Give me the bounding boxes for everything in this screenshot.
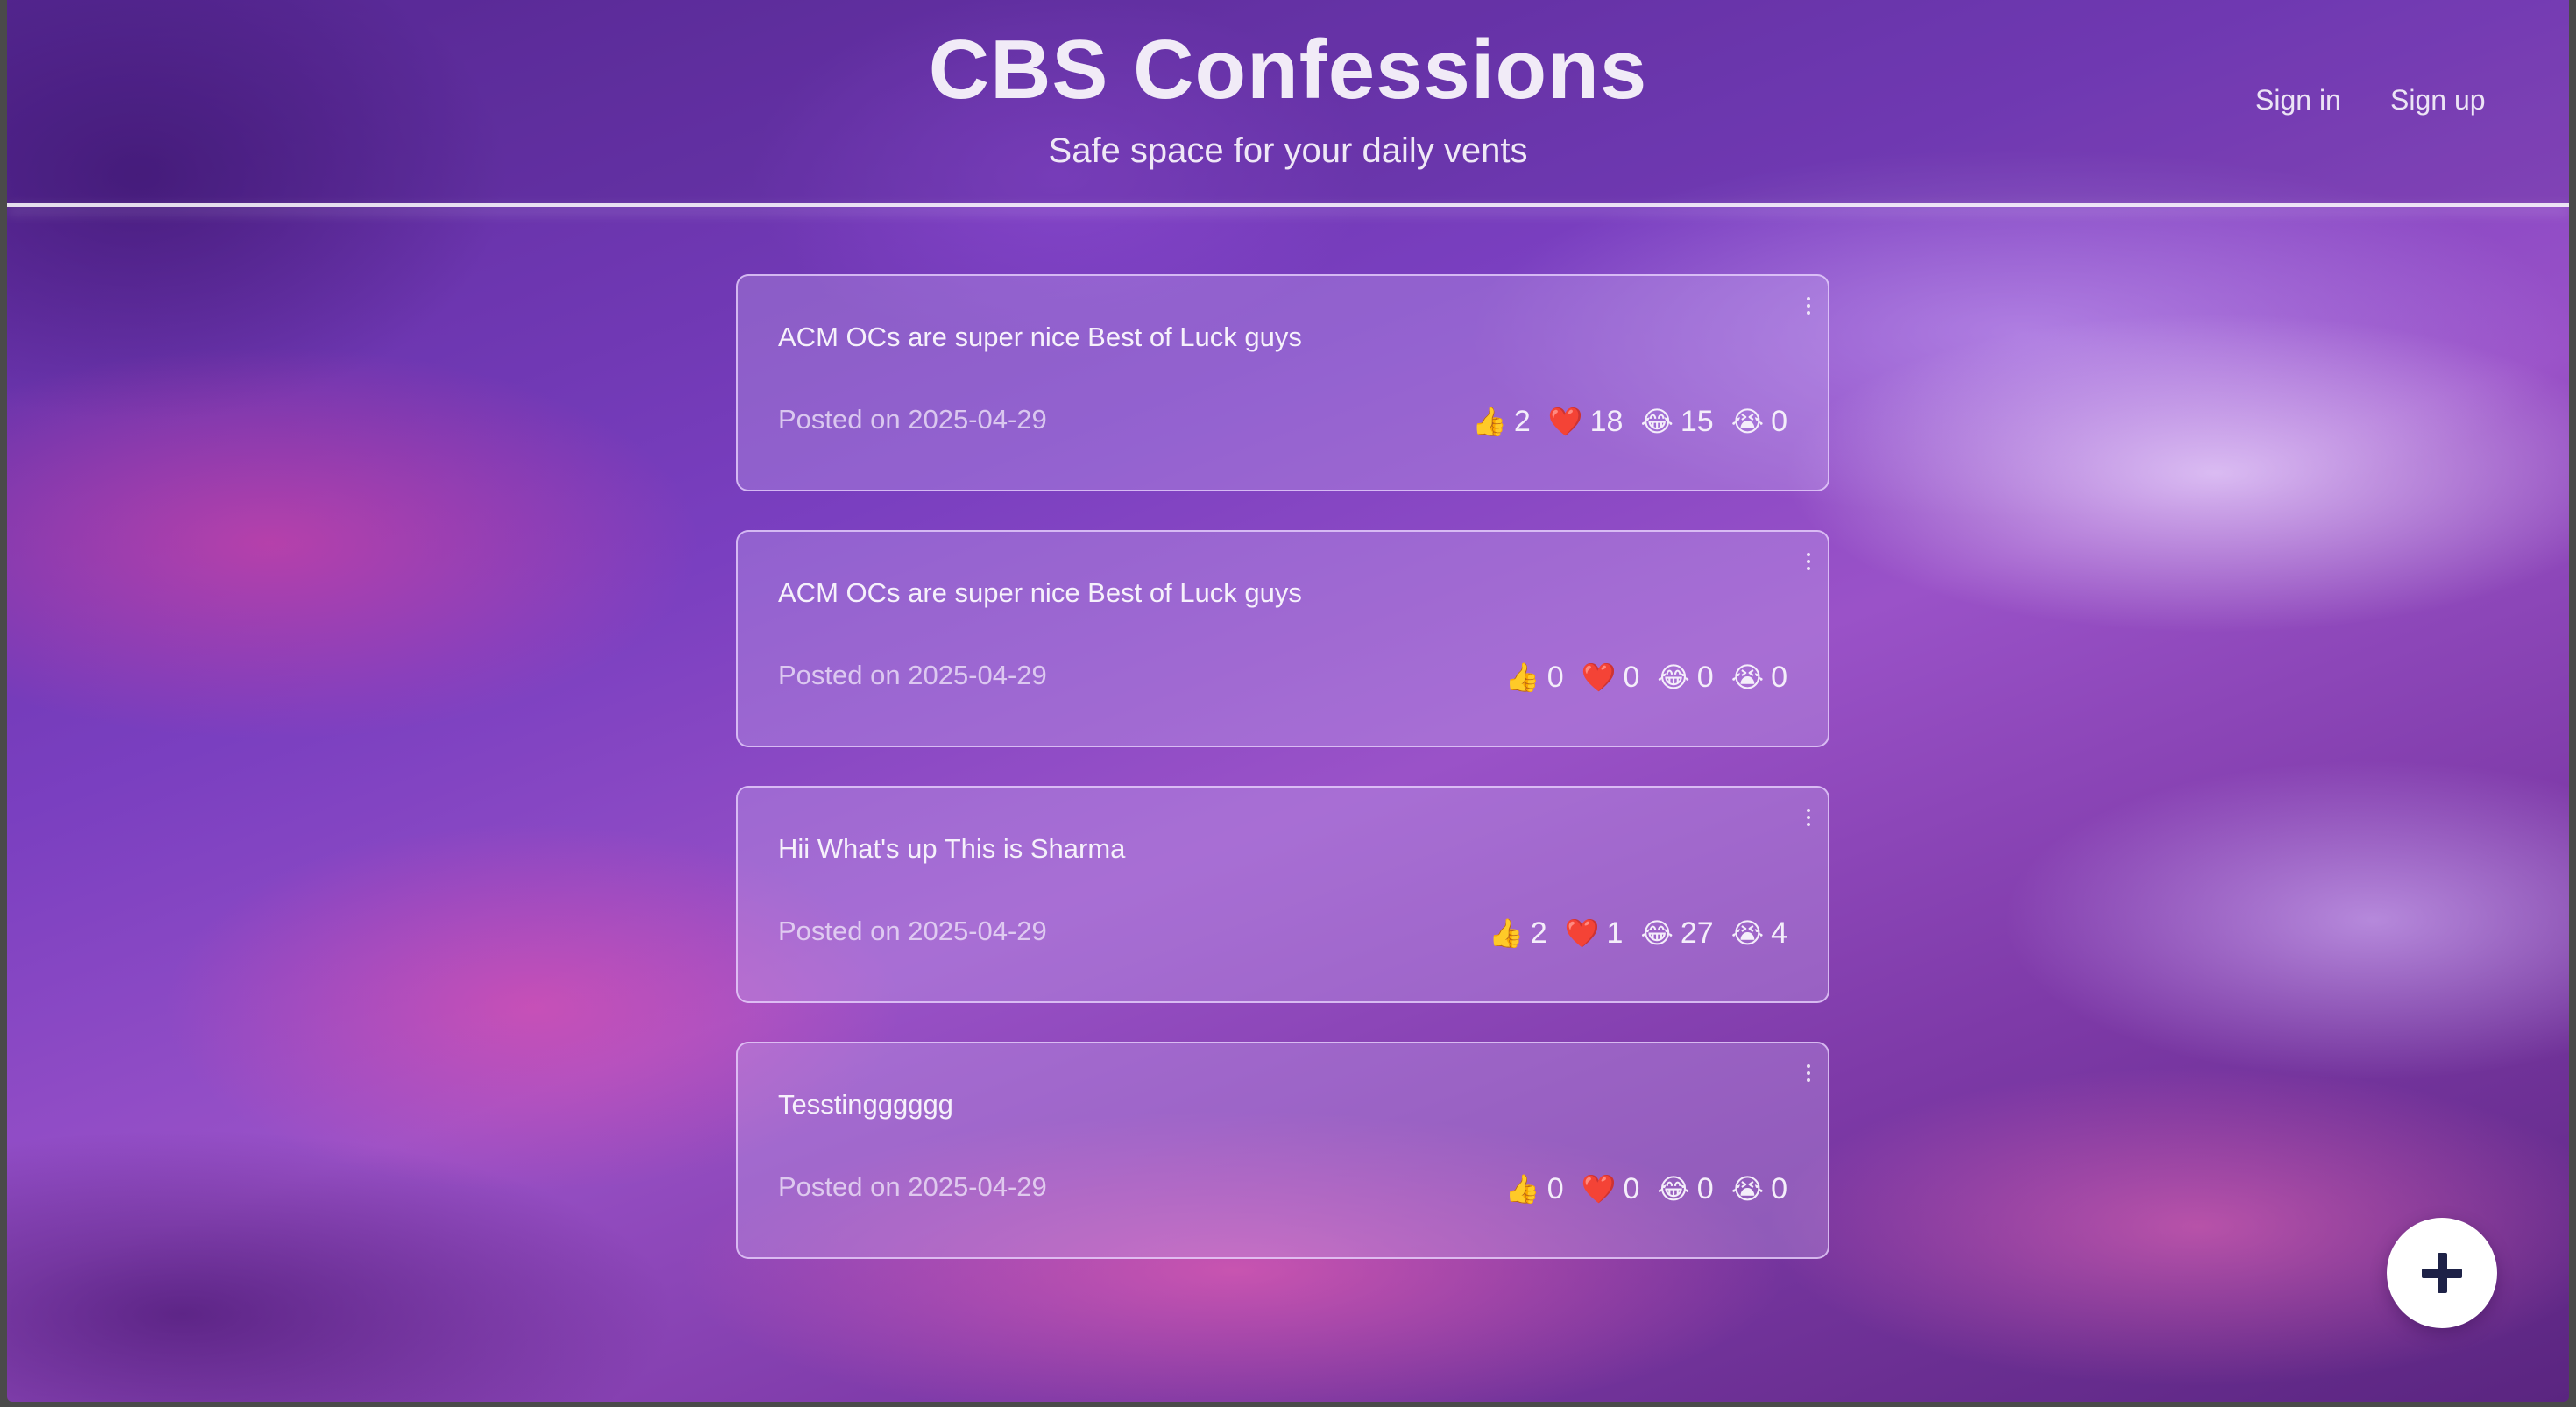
reaction-bar: 👍 2 ❤️ 1 😂 27 😭 4 (1489, 914, 1787, 952)
add-confession-button[interactable] (2387, 1218, 2497, 1328)
cry-icon: 😭 (1730, 1172, 1765, 1205)
more-options-icon[interactable] (1805, 553, 1812, 574)
heart-icon: ❤️ (1564, 916, 1600, 950)
reaction-count: 0 (1696, 661, 1714, 694)
more-options-icon[interactable] (1805, 809, 1812, 830)
confession-text: Tesstingggggg (778, 1089, 953, 1120)
app-frame: CBS Confessions Safe space for your dail… (7, 0, 2569, 1402)
reaction-count: 0 (1623, 661, 1640, 694)
thumbs-up-icon: 👍 (1488, 916, 1524, 950)
sign-in-link[interactable]: Sign in (2255, 82, 2341, 117)
posted-date: Posted on 2025-04-29 (778, 1171, 1047, 1202)
reaction-laugh[interactable]: 😂 0 (1657, 658, 1713, 696)
reaction-count: 0 (1771, 1172, 1787, 1205)
confession-card: Hii What's up This is Sharma Posted on 2… (736, 786, 1829, 1003)
confession-card: ACM OCs are super nice Best of Luck guys… (736, 530, 1829, 747)
thumbs-up-icon: 👍 (1504, 1172, 1540, 1205)
confession-text: ACM OCs are super nice Best of Luck guys (778, 577, 1302, 608)
posted-date: Posted on 2025-04-29 (778, 404, 1047, 435)
reaction-count: 15 (1680, 405, 1714, 438)
thumbs-up-icon: 👍 (1504, 661, 1540, 694)
reaction-bar: 👍 0 ❤️ 0 😂 0 😭 0 (1505, 658, 1787, 696)
reaction-laugh[interactable]: 😂 27 (1640, 914, 1713, 952)
reaction-count: 0 (1696, 1172, 1714, 1205)
reaction-count: 0 (1771, 405, 1787, 438)
site-subtitle: Safe space for your daily vents (1048, 131, 1528, 170)
reaction-heart[interactable]: ❤️ 18 (1548, 402, 1624, 441)
reaction-heart[interactable]: ❤️ 1 (1565, 914, 1624, 952)
reaction-cry[interactable]: 😭 0 (1731, 658, 1787, 696)
reaction-count: 18 (1589, 405, 1624, 438)
reaction-cry[interactable]: 😭 4 (1731, 914, 1787, 952)
reaction-laugh[interactable]: 😂 15 (1640, 402, 1713, 441)
posted-date: Posted on 2025-04-29 (778, 660, 1047, 690)
confession-card: Tesstingggggg Posted on 2025-04-29 👍 0 ❤… (736, 1042, 1829, 1259)
header-divider (7, 203, 2569, 207)
heart-icon: ❤️ (1547, 405, 1583, 438)
reaction-count: 0 (1771, 661, 1787, 694)
reaction-bar: 👍 2 ❤️ 18 😂 15 😭 0 (1472, 402, 1787, 441)
reaction-count: 4 (1771, 916, 1787, 950)
confession-text: ACM OCs are super nice Best of Luck guys (778, 322, 1302, 352)
heart-icon: ❤️ (1581, 661, 1617, 694)
plus-icon (2422, 1253, 2462, 1293)
confession-card: ACM OCs are super nice Best of Luck guys… (736, 274, 1829, 491)
reaction-thumbs-up[interactable]: 👍 2 (1489, 914, 1547, 952)
confession-text: Hii What's up This is Sharma (778, 833, 1126, 864)
reaction-count: 2 (1530, 916, 1547, 950)
posted-date: Posted on 2025-04-29 (778, 916, 1047, 946)
reaction-cry[interactable]: 😭 0 (1731, 1170, 1787, 1208)
site-header: CBS Confessions Safe space for your dail… (7, 0, 2569, 205)
laugh-icon: 😂 (1640, 405, 1674, 438)
site-title: CBS Confessions (928, 23, 1648, 117)
reaction-cry[interactable]: 😭 0 (1731, 402, 1787, 441)
more-options-icon[interactable] (1805, 297, 1812, 318)
reaction-count: 0 (1623, 1172, 1640, 1205)
laugh-icon: 😂 (1640, 916, 1674, 950)
heart-icon: ❤️ (1581, 1172, 1617, 1205)
sign-up-link[interactable]: Sign up (2390, 82, 2486, 117)
reaction-thumbs-up[interactable]: 👍 2 (1472, 402, 1531, 441)
reaction-count: 0 (1546, 661, 1564, 694)
reaction-count: 2 (1513, 405, 1531, 438)
laugh-icon: 😂 (1657, 1172, 1690, 1205)
more-options-icon[interactable] (1805, 1064, 1812, 1085)
reaction-heart[interactable]: ❤️ 0 (1582, 1170, 1640, 1208)
cry-icon: 😭 (1730, 916, 1765, 950)
reaction-laugh[interactable]: 😂 0 (1657, 1170, 1713, 1208)
reaction-bar: 👍 0 ❤️ 0 😂 0 😭 0 (1505, 1170, 1787, 1208)
cry-icon: 😭 (1730, 661, 1765, 694)
reaction-thumbs-up[interactable]: 👍 0 (1505, 658, 1564, 696)
reaction-thumbs-up[interactable]: 👍 0 (1505, 1170, 1564, 1208)
reaction-count: 1 (1606, 916, 1624, 950)
reaction-count: 0 (1546, 1172, 1564, 1205)
thumbs-up-icon: 👍 (1472, 405, 1507, 438)
laugh-icon: 😂 (1657, 661, 1690, 694)
cry-icon: 😭 (1730, 405, 1765, 438)
reaction-heart[interactable]: ❤️ 0 (1582, 658, 1640, 696)
reaction-count: 27 (1680, 916, 1714, 950)
